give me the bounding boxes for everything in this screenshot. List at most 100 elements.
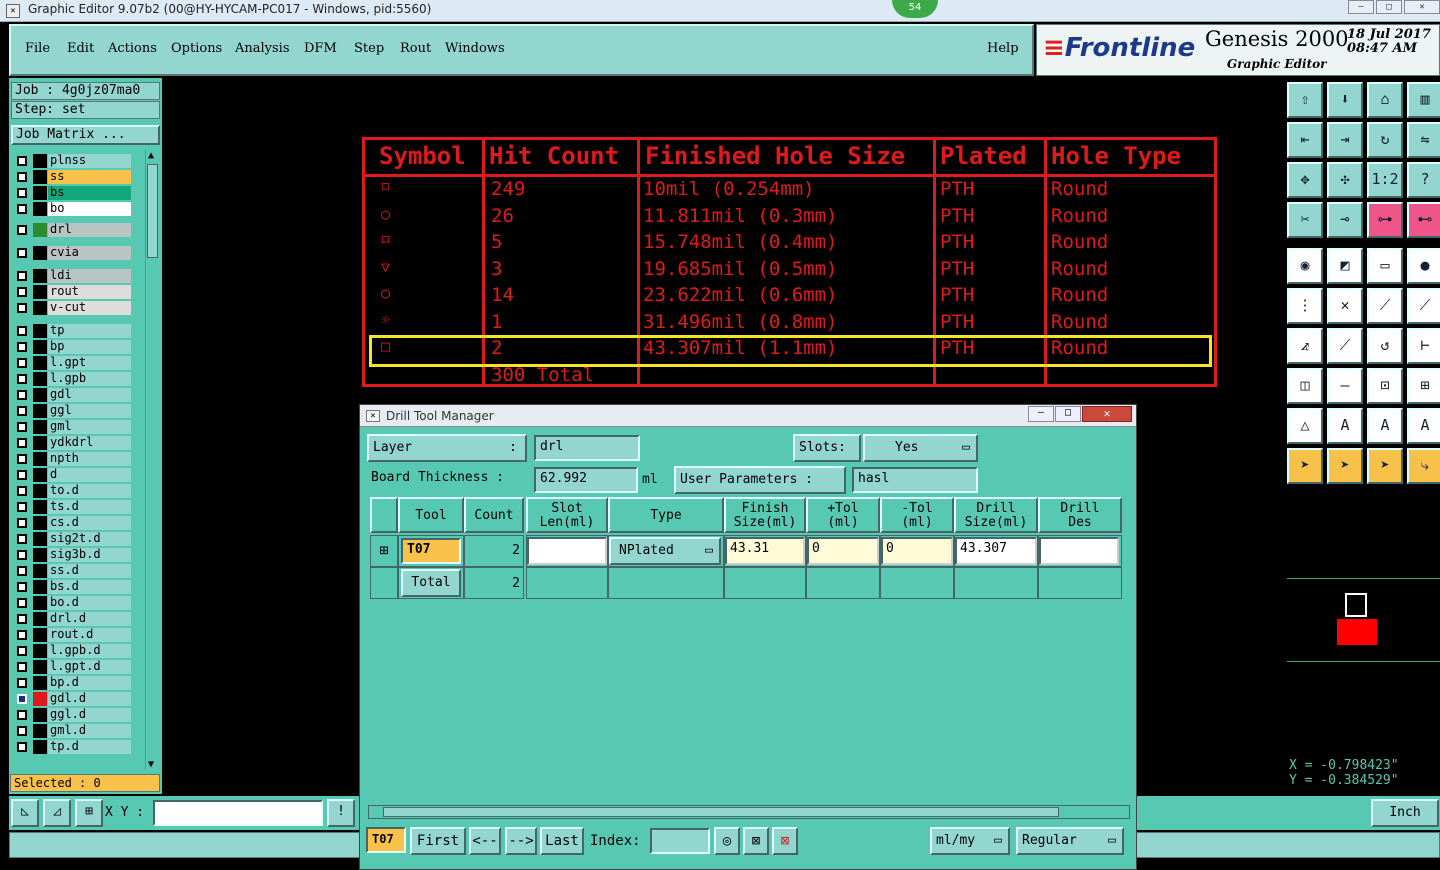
layer-color-swatch[interactable] bbox=[33, 301, 47, 315]
layer-row-v-cut[interactable]: v-cut bbox=[15, 301, 131, 315]
triangle-icon[interactable]: △ bbox=[1287, 408, 1323, 444]
plus-tol-input[interactable]: 0 bbox=[807, 537, 879, 565]
pin-icon[interactable]: ⊸ bbox=[1327, 202, 1363, 238]
layer-row-l.gpb[interactable]: l.gpb bbox=[15, 372, 131, 386]
layer-scrollbar[interactable]: ▲ ▼ bbox=[145, 150, 159, 770]
units-dropdown[interactable]: ml/my ▭ bbox=[930, 827, 1010, 855]
layer-name[interactable]: sig3b.d bbox=[48, 548, 131, 562]
layer-row-drl.d[interactable]: drl.d bbox=[15, 612, 131, 626]
line3-icon[interactable]: ⟋ bbox=[1327, 328, 1363, 364]
pad-icon[interactable]: ◉ bbox=[1287, 248, 1323, 284]
minimap[interactable] bbox=[1287, 578, 1440, 662]
layer-checkbox[interactable] bbox=[17, 374, 27, 384]
layer-name[interactable]: l.gpb bbox=[48, 372, 131, 386]
menu-dfm[interactable]: DFM bbox=[304, 41, 337, 56]
layer-row-ldi[interactable]: ldi bbox=[15, 269, 131, 283]
alert-icon[interactable]: ! bbox=[327, 799, 355, 827]
layer-color-swatch[interactable] bbox=[33, 532, 47, 546]
menu-rout[interactable]: Rout bbox=[400, 41, 431, 56]
layer-color-swatch[interactable] bbox=[33, 246, 47, 260]
layer-row-gdl[interactable]: gdl bbox=[15, 388, 131, 402]
layer-color-swatch[interactable] bbox=[33, 644, 47, 658]
menu-step[interactable]: Step bbox=[354, 41, 384, 56]
minus-tol-input[interactable]: 0 bbox=[881, 537, 953, 565]
snap-right-icon[interactable]: ⊷ bbox=[1407, 202, 1440, 238]
ruler-icon[interactable]: ▭ bbox=[1367, 248, 1403, 284]
layer-row-bs.d[interactable]: bs.d bbox=[15, 580, 131, 594]
layer-name[interactable]: bo.d bbox=[48, 596, 131, 610]
layer-row-bp.d[interactable]: bp.d bbox=[15, 676, 131, 690]
layer-row-to.d[interactable]: to.d bbox=[15, 484, 131, 498]
layer-checkbox[interactable] bbox=[17, 225, 27, 235]
dialog-close-button[interactable]: ✕ bbox=[1082, 406, 1132, 422]
open-icon[interactable]: ⇧ bbox=[1287, 82, 1323, 118]
layer-name[interactable]: bs.d bbox=[48, 580, 131, 594]
layer-checkbox[interactable] bbox=[17, 454, 27, 464]
layer-color-swatch[interactable] bbox=[33, 452, 47, 466]
layer-name[interactable]: cvia bbox=[48, 246, 131, 260]
layer-name[interactable]: l.gpt bbox=[48, 356, 131, 370]
save-icon[interactable]: ⬇ bbox=[1327, 82, 1363, 118]
layer-name[interactable]: drl.d bbox=[48, 612, 131, 626]
layer-row-d[interactable]: d bbox=[15, 468, 131, 482]
layer-checkbox[interactable] bbox=[17, 550, 27, 560]
layer-name[interactable]: gdl.d bbox=[48, 692, 131, 706]
thickness-input[interactable]: 62.992 bbox=[534, 467, 638, 493]
dialog-minimize-button[interactable]: – bbox=[1028, 406, 1054, 422]
copy-icon[interactable]: ◫ bbox=[1287, 368, 1323, 404]
layer-checkbox[interactable] bbox=[17, 566, 27, 576]
user-parameters-button[interactable]: User Parameters : bbox=[674, 466, 846, 494]
highlight-icon[interactable]: ◎ bbox=[714, 827, 740, 855]
layer-color-swatch[interactable] bbox=[33, 484, 47, 498]
layer-color-swatch[interactable] bbox=[33, 170, 47, 184]
layer-color-swatch[interactable] bbox=[33, 740, 47, 754]
layer-row-l.gpt.d[interactable]: l.gpt.d bbox=[15, 660, 131, 674]
layer-row-gml[interactable]: gml bbox=[15, 420, 131, 434]
snap-icon[interactable]: ◺ bbox=[11, 799, 39, 827]
shape-icon[interactable]: ◩ bbox=[1327, 248, 1363, 284]
layer-checkbox[interactable] bbox=[17, 271, 27, 281]
delete-icon[interactable]: ⊠ bbox=[772, 827, 798, 855]
maximize-button[interactable]: □ bbox=[1376, 0, 1402, 14]
layer-color-swatch[interactable] bbox=[33, 285, 47, 299]
layer-name[interactable]: sig2t.d bbox=[48, 532, 131, 546]
layer-color-swatch[interactable] bbox=[33, 420, 47, 434]
scale-icon[interactable]: 1:2 bbox=[1367, 162, 1403, 198]
arc-icon[interactable]: ↺ bbox=[1367, 328, 1403, 364]
layer-name[interactable]: rout.d bbox=[48, 628, 131, 642]
layer-name[interactable]: ydkdrl bbox=[48, 436, 131, 450]
slots-dropdown[interactable]: Yes ▭ bbox=[863, 434, 978, 462]
measure-icon[interactable]: ◿ bbox=[43, 799, 71, 827]
layer-row-gdl.d[interactable]: gdl.d bbox=[15, 692, 131, 706]
layer-checkbox[interactable] bbox=[17, 204, 27, 214]
layer-row-ss[interactable]: ss bbox=[15, 170, 131, 184]
layer-checkbox[interactable] bbox=[17, 726, 27, 736]
snap-left-icon[interactable]: ⊶ bbox=[1367, 202, 1403, 238]
layer-row-ts.d[interactable]: ts.d bbox=[15, 500, 131, 514]
layer-color-swatch[interactable] bbox=[33, 388, 47, 402]
layer-checkbox[interactable] bbox=[17, 614, 27, 624]
layer-color-swatch[interactable] bbox=[33, 186, 47, 200]
layer-row-bs[interactable]: bs bbox=[15, 186, 131, 200]
tool-name-field[interactable]: T07 bbox=[401, 538, 461, 564]
layer-checkbox[interactable] bbox=[17, 172, 27, 182]
layer-color-swatch[interactable] bbox=[33, 468, 47, 482]
layer-checkbox[interactable] bbox=[17, 287, 27, 297]
layer-color-swatch[interactable] bbox=[33, 564, 47, 578]
layer-name[interactable]: ss bbox=[48, 170, 131, 184]
layer-row-sig3b.d[interactable]: sig3b.d bbox=[15, 548, 131, 562]
layer-color-swatch[interactable] bbox=[33, 580, 47, 594]
expand-icon[interactable]: ⊞ bbox=[370, 535, 398, 567]
layer-color-swatch[interactable] bbox=[33, 269, 47, 283]
layer-color-swatch[interactable] bbox=[33, 154, 47, 168]
menu-help[interactable]: Help bbox=[987, 41, 1019, 56]
layer-name[interactable]: l.gpt.d bbox=[48, 660, 131, 674]
layer-row-ydkdrl[interactable]: ydkdrl bbox=[15, 436, 131, 450]
prev-icon[interactable]: ⇤ bbox=[1287, 122, 1323, 158]
layer-row-l.gpt[interactable]: l.gpt bbox=[15, 356, 131, 370]
window-icon[interactable]: ▥ bbox=[1407, 82, 1440, 118]
layer-row-bp[interactable]: bp bbox=[15, 340, 131, 354]
layer-name[interactable]: tp bbox=[48, 324, 131, 338]
layer-checkbox[interactable] bbox=[17, 630, 27, 640]
layer-row-plnss[interactable]: plnss bbox=[15, 154, 131, 168]
